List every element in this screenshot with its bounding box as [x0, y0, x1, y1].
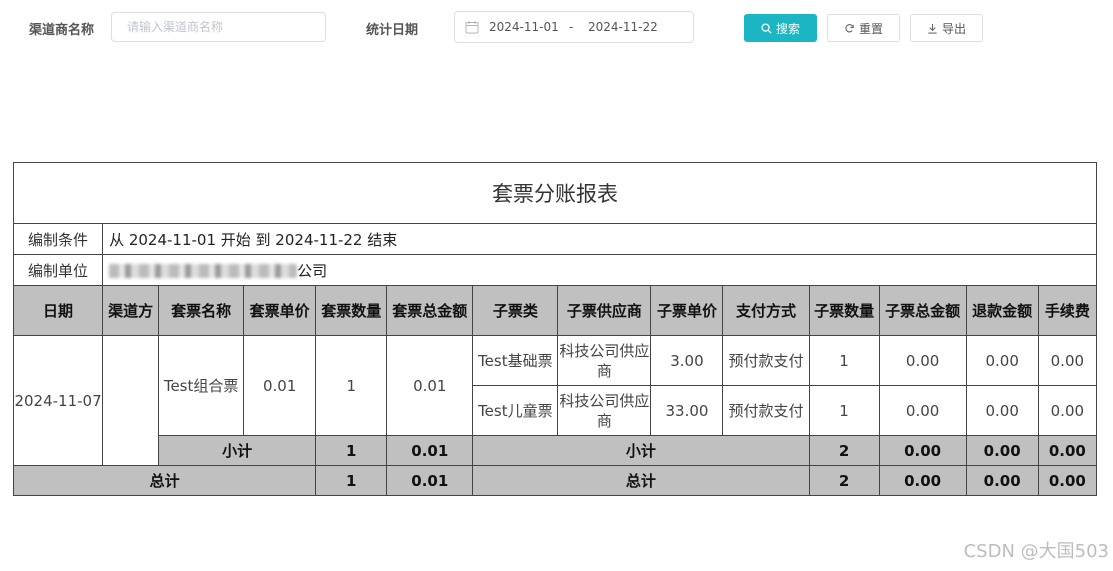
unit-label: 编制单位	[12, 254, 104, 286]
subtotal-label: 小计	[158, 435, 317, 466]
search-button[interactable]: 搜索	[744, 14, 817, 42]
total-row: 总计 1 0.01 总计 2 0.00 0.00 0.00	[12, 465, 1098, 496]
channel-search-input[interactable]: 请输入渠道商名称	[111, 12, 326, 42]
cell-fee: 0.00	[1037, 385, 1098, 436]
subtotal-package-qty: 1	[315, 435, 388, 466]
col-header-fee: 手续费	[1037, 285, 1098, 336]
cell-sub-type: Test儿童票	[472, 385, 559, 436]
col-header-sub-supplier: 子票供应商	[557, 285, 652, 336]
total-refund: 0.00	[965, 465, 1039, 496]
cell-pay-method: 预付款支付	[722, 385, 810, 436]
search-button-label: 搜索	[775, 21, 800, 36]
cell-sub-price: 3.00	[650, 335, 724, 386]
search-icon	[761, 22, 772, 34]
date-label: 统计日期	[366, 23, 419, 38]
redacted-text	[109, 264, 298, 278]
report-title: 套票分账报表	[13, 162, 1097, 224]
col-header-package-price: 套票单价	[243, 285, 317, 336]
cell-sub-type: Test基础票	[472, 335, 559, 386]
cell-pay-method: 预付款支付	[722, 335, 810, 386]
cell-fee: 0.00	[1037, 335, 1098, 386]
total-package-qty: 1	[315, 465, 388, 496]
total-label: 总计	[12, 465, 317, 496]
cell-sub-total: 0.00	[878, 335, 967, 386]
total-sub-qty: 2	[808, 465, 880, 496]
cell-package-qty: 1	[315, 335, 388, 436]
reset-button[interactable]: 重置	[827, 14, 900, 42]
cell-package-price: 0.01	[243, 335, 317, 436]
subtotal-fee: 0.00	[1037, 435, 1098, 466]
cell-sub-total: 0.00	[878, 385, 967, 436]
col-header-sub-qty: 子票数量	[808, 285, 880, 336]
total-fee: 0.00	[1037, 465, 1098, 496]
date-start-input[interactable]: 2024-11-01	[489, 20, 559, 34]
col-header-package-name: 套票名称	[158, 285, 245, 336]
total-sub-label: 总计	[472, 465, 810, 496]
cell-sub-price: 33.00	[650, 385, 724, 436]
table-row: 2024-11-07 Test组合票 0.01 1 0.01 Test基础票 科…	[12, 335, 1098, 466]
subtotal-refund: 0.00	[965, 435, 1039, 466]
export-button[interactable]: 导出	[910, 14, 983, 42]
date-separator: -	[569, 20, 574, 34]
subtotal-sub-label: 小计	[472, 435, 810, 466]
date-end-input[interactable]: 2024-11-22	[588, 20, 658, 34]
col-header-pay-method: 支付方式	[722, 285, 810, 336]
cell-package-name: Test组合票	[158, 335, 245, 436]
condition-value: 从 2024-11-01 开始 到 2024-11-22 结束	[102, 223, 1097, 255]
export-button-label: 导出	[941, 21, 966, 36]
total-sub-total: 0.00	[878, 465, 967, 496]
unit-value-suffix: 公司	[297, 261, 328, 280]
col-header-package-qty: 套票数量	[315, 285, 388, 336]
cell-sub-qty: 1	[808, 335, 880, 386]
reset-button-label: 重置	[858, 21, 883, 36]
col-header-sub-total: 子票总金额	[878, 285, 967, 336]
cell-sub-supplier: 科技公司供应商	[557, 335, 652, 386]
unit-value: 公司	[102, 254, 1097, 286]
subtotal-row: 小计 1 0.01 小计 2 0.00 0.00 0.00	[14, 435, 1098, 466]
total-package-total: 0.01	[386, 465, 474, 496]
filter-bar: 渠道商名称 请输入渠道商名称 统计日期 2024-11-01 - 2024-11…	[0, 0, 1113, 56]
watermark: CSDN @大国503	[963, 541, 1109, 562]
col-header-sub-type: 子票类	[472, 285, 559, 336]
cell-refund: 0.00	[965, 335, 1039, 386]
col-header-package-total: 套票总金额	[386, 285, 474, 336]
subtotal-sub-total: 0.00	[878, 435, 967, 466]
col-header-refund: 退款金额	[965, 285, 1039, 336]
refresh-icon	[845, 23, 854, 32]
cell-refund: 0.00	[965, 385, 1039, 436]
cell-package-total: 0.01	[386, 335, 474, 436]
cell-channel	[102, 335, 160, 466]
col-header-sub-price: 子票单价	[650, 285, 724, 336]
cell-sub-qty: 1	[808, 385, 880, 436]
condition-label: 编制条件	[12, 223, 104, 255]
col-header-channel: 渠道方	[102, 285, 160, 336]
channel-label: 渠道商名称	[29, 23, 95, 38]
report-table: 套票分账报表 编制条件 从 2024-11-01 开始 到 2024-11-22…	[12, 162, 1098, 496]
header-row: 日期 渠道方 套票名称 套票单价 套票数量 套票总金额 子票类 子票供应商 子票…	[12, 285, 1098, 336]
cell-sub-supplier: 科技公司供应商	[557, 385, 652, 436]
date-range-picker[interactable]: 2024-11-01 - 2024-11-22	[454, 11, 694, 43]
subtotal-package-total: 0.01	[386, 435, 474, 466]
cell-date: 2024-11-07	[12, 335, 104, 466]
download-icon	[928, 23, 937, 34]
col-header-date: 日期	[12, 285, 104, 336]
subtotal-sub-qty: 2	[808, 435, 880, 466]
calendar-icon	[465, 21, 479, 34]
